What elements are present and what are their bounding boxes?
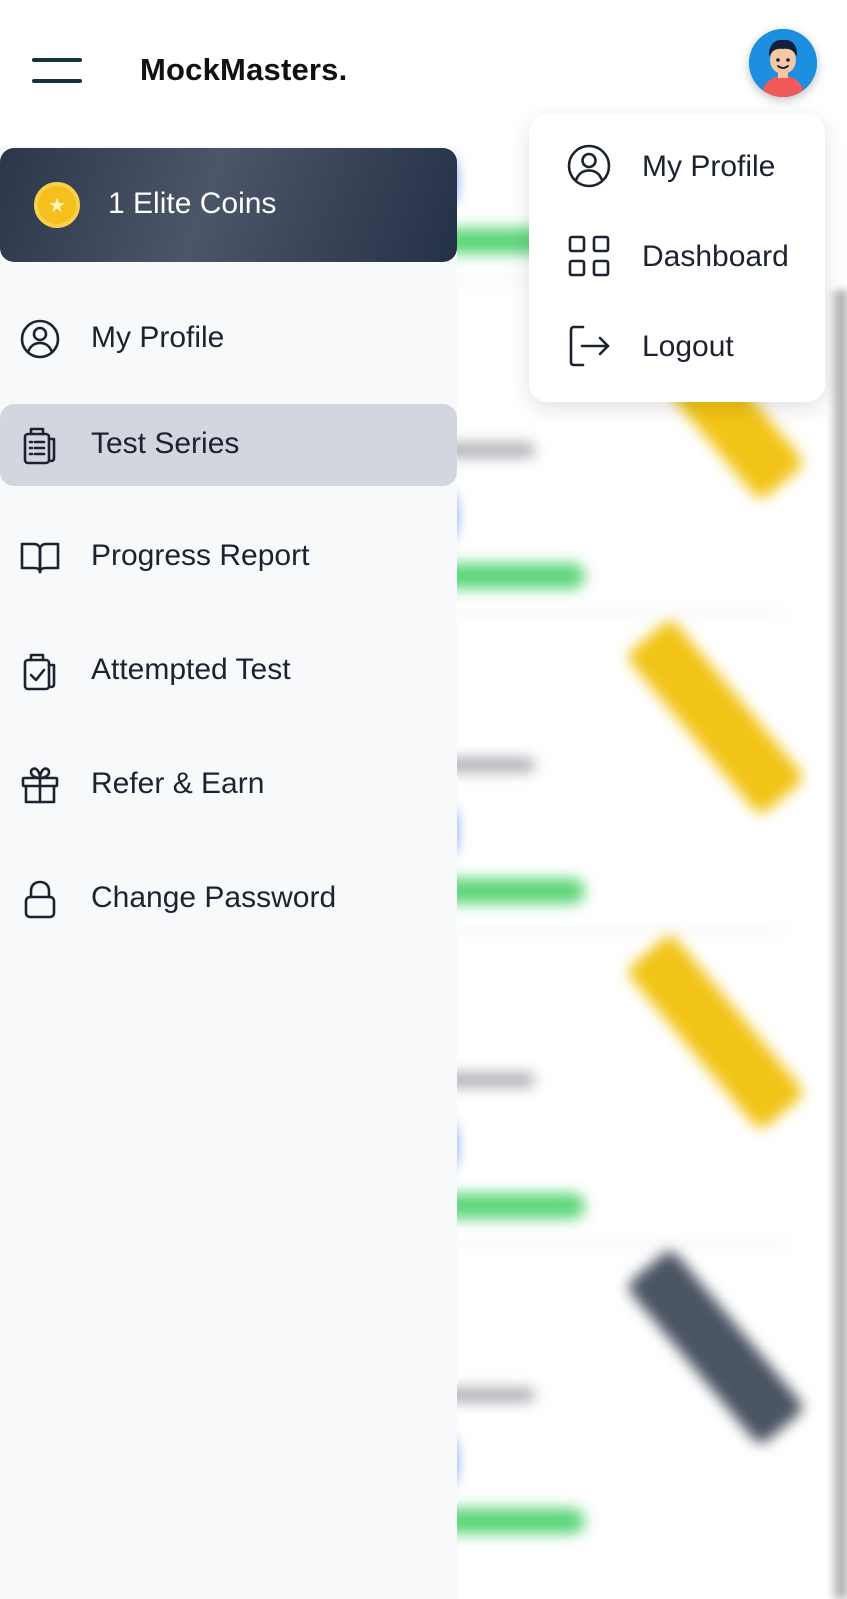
clipboard-check-icon [18,649,62,693]
elite-coins-card[interactable]: ★ 1 Elite Coins [0,148,457,262]
drawer-item-my-profile[interactable]: My Profile [0,298,457,380]
lock-icon [18,877,62,921]
drawer-item-label: Refer & Earn [91,767,265,800]
profile-dropdown-menu: My Profile Dashboard Logout [529,114,825,402]
drawer-item-label: Attempted Test [91,653,291,686]
drawer-item-label: Change Password [91,881,337,914]
user-circle-icon [18,317,62,361]
dropdown-item-label: Logout [642,330,734,363]
logout-icon [565,322,613,370]
hamburger-menu-icon[interactable] [26,52,86,92]
scroll-shadow [832,290,847,1599]
drawer-item-refer-earn[interactable]: Refer & Earn [0,744,457,826]
drawer-item-change-password[interactable]: Change Password [0,858,457,940]
gift-icon [18,763,62,807]
drawer-item-attempted-test[interactable]: Attempted Test [0,630,457,712]
drawer-item-label: Test Series [91,427,240,460]
user-circle-icon [565,142,613,190]
drawer-item-label: My Profile [91,321,225,354]
brand-title: MockMasters. [140,52,348,87]
side-drawer: ★ 1 Elite Coins My Profile Test Series P… [0,146,457,1599]
drawer-item-progress-report[interactable]: Progress Report [0,516,457,598]
clipboard-list-icon [18,423,62,467]
dropdown-item-my-profile[interactable]: My Profile [529,126,825,206]
open-book-icon [18,535,62,579]
drawer-item-label: Progress Report [91,539,310,572]
dropdown-item-label: Dashboard [642,240,789,273]
coin-star-icon: ★ [34,182,80,228]
dropdown-item-logout[interactable]: Logout [529,306,825,386]
drawer-item-test-series[interactable]: Test Series [0,404,457,486]
elite-coins-label: 1 Elite Coins [108,187,277,220]
dropdown-item-label: My Profile [642,150,776,183]
user-avatar-icon[interactable] [749,29,817,97]
grid-icon [565,232,613,280]
dropdown-item-dashboard[interactable]: Dashboard [529,216,825,296]
